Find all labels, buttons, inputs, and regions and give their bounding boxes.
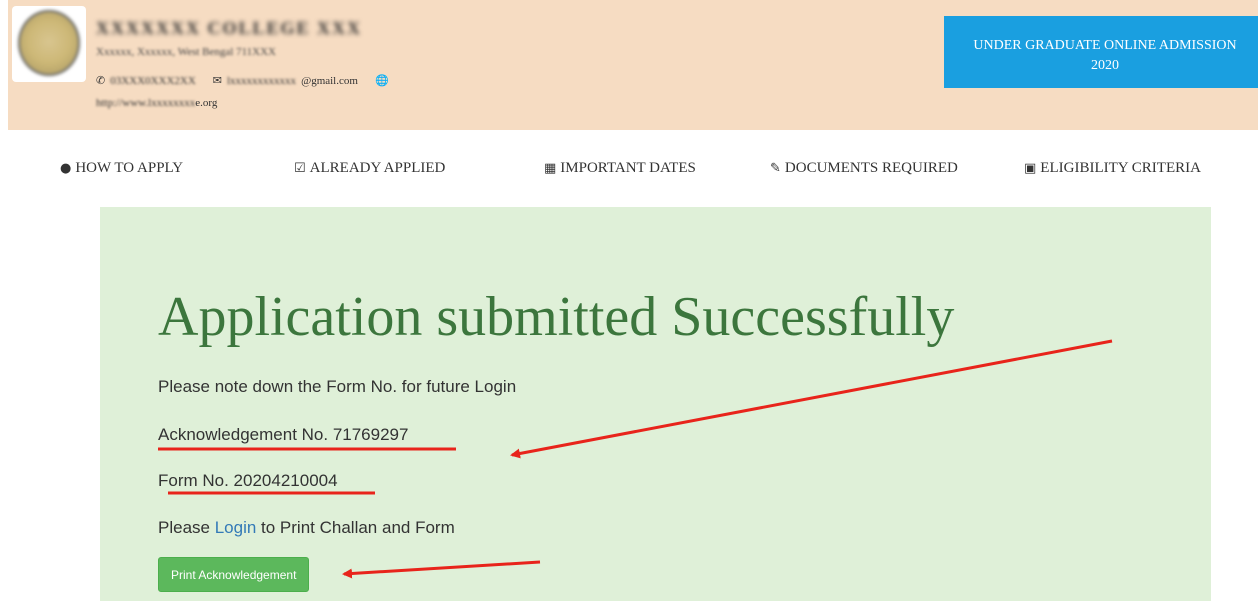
nav-documents-required-label: DOCUMENTS REQUIRED	[784, 160, 958, 176]
login-suffix: to Print Challan and Form	[256, 518, 455, 537]
criteria-icon: ▣	[1024, 161, 1037, 176]
calendar-icon: ▦	[544, 161, 557, 176]
check-square-icon: ☑	[294, 161, 306, 176]
nav-how-to-apply-label: HOW TO APPLY	[75, 160, 184, 176]
login-prefix: Please	[158, 518, 215, 537]
edit-icon: ✎	[770, 161, 781, 176]
site-header: XXXXXXX COLLEGE XXX Xxxxxx, Xxxxxx, West…	[8, 0, 1258, 130]
form-note: Please note down the Form No. for future…	[158, 377, 517, 396]
nav-eligibility-criteria[interactable]: ▣ ELIGIBILITY CRITERIA	[1024, 160, 1201, 177]
main-nav: ● HOW TO APPLY ☑ ALREADY APPLIED ▦ IMPOR…	[0, 150, 1258, 190]
logo-emblem-icon	[18, 10, 80, 76]
acknowledgement-number: Acknowledgement No. 71769297	[158, 425, 409, 444]
nav-already-applied-label: ALREADY APPLIED	[309, 160, 446, 176]
website-link[interactable]: http://www.lxxxxxxxxe.org	[96, 97, 217, 109]
print-acknowledgement-button[interactable]: Print Acknowledgement	[158, 557, 310, 592]
success-title: Application submitted Successfully	[158, 286, 955, 348]
nav-eligibility-criteria-label: ELIGIBILITY CRITERIA	[1040, 160, 1201, 176]
form-number: Form No. 20204210004	[158, 471, 338, 490]
email-prefix: lxxxxxxxxxxxx	[227, 74, 297, 87]
nav-important-dates[interactable]: ▦ IMPORTANT DATES	[544, 160, 696, 177]
nav-important-dates-label: IMPORTANT DATES	[560, 160, 696, 176]
admission-line-1: UNDER GRADUATE ONLINE ADMISSION	[973, 38, 1237, 53]
college-name: XXXXXXX COLLEGE XXX	[96, 18, 363, 38]
email-suffix: @gmail.com	[301, 74, 358, 87]
website-suffix: e.org	[195, 97, 218, 109]
envelope-icon: ✉	[212, 74, 222, 87]
nav-already-applied[interactable]: ☑ ALREADY APPLIED	[294, 160, 445, 177]
contact-line: ✆ 03XXX0XXX2XX ✉ lxxxxxxxxxxxx @gmail.com…	[96, 74, 389, 87]
nav-how-to-apply[interactable]: ● HOW TO APPLY	[60, 160, 183, 177]
website-prefix: http://www.lxxxxxxxx	[96, 97, 196, 109]
success-panel: Application submitted Successfully Pleas…	[100, 207, 1211, 601]
college-logo	[12, 6, 86, 82]
globe-icon[interactable]: 🌐	[375, 74, 389, 87]
info-circle-icon: ●	[60, 161, 72, 176]
admission-line-2: 2020	[1091, 58, 1119, 73]
login-instruction: Please Login to Print Challan and Form	[158, 518, 455, 538]
login-link[interactable]: Login	[215, 518, 257, 537]
nav-documents-required[interactable]: ✎ DOCUMENTS REQUIRED	[770, 160, 958, 177]
phone-number: 03XXX0XXX2XX	[110, 74, 196, 87]
college-address: Xxxxxx, Xxxxxx, West Bengal 711XXX	[96, 46, 276, 58]
phone-icon: ✆	[96, 74, 106, 87]
admission-banner-button[interactable]: UNDER GRADUATE ONLINE ADMISSION 2020	[944, 16, 1258, 88]
